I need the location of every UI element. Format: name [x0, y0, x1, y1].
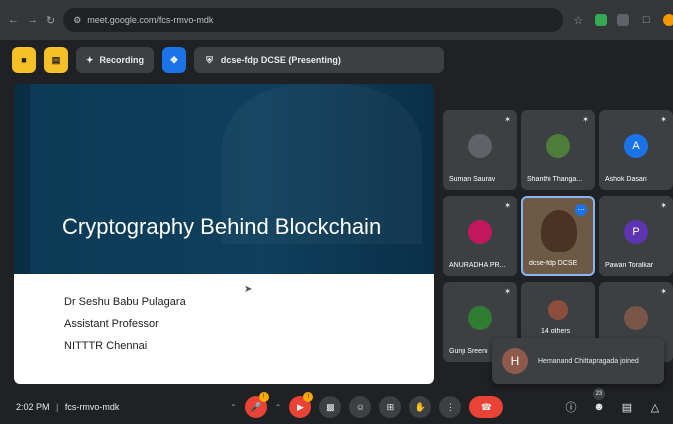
- participant-name: Gunji Sreeni: [449, 348, 488, 355]
- extension-icon[interactable]: [595, 14, 608, 26]
- avatar: [546, 134, 570, 158]
- profile-avatar[interactable]: [663, 14, 673, 26]
- pin-icon[interactable]: ✶: [504, 287, 511, 296]
- avatar: [624, 306, 648, 330]
- cursor-icon: ➤: [244, 284, 253, 295]
- avatar: [468, 220, 492, 244]
- more-options-icon[interactable]: ⋯: [575, 204, 587, 216]
- info-icon[interactable]: ⓘ: [563, 396, 579, 418]
- activities-icon[interactable]: △: [647, 396, 663, 418]
- chevron-up-icon[interactable]: ⌃: [230, 403, 237, 412]
- slide-title-area: Cryptography Behind Blockchain: [14, 84, 434, 274]
- avatar: [468, 134, 492, 158]
- side-panel-icon[interactable]: □: [639, 13, 653, 27]
- notification-message: Hemanand Chittapragada joined: [538, 357, 639, 365]
- avatar: P: [624, 220, 648, 244]
- url-text: meet.google.com/fcs-rmvo-mdk: [87, 15, 214, 25]
- participant-tile[interactable]: ✶ ANURADHA PR...: [443, 196, 517, 276]
- meeting-code: fcs-rmvo-mdk: [64, 402, 120, 412]
- pin-icon[interactable]: ✶: [582, 115, 589, 124]
- chevron-up-icon[interactable]: ⌃: [275, 403, 282, 412]
- presenter-name: Dr Seshu Babu Pulagara: [64, 296, 186, 308]
- pin-icon[interactable]: ✶: [660, 115, 667, 124]
- pin-icon[interactable]: ✶: [660, 287, 667, 296]
- avatar: [468, 306, 492, 330]
- captions-button[interactable]: ▩: [319, 396, 342, 418]
- more-options-button[interactable]: ⋮: [439, 396, 462, 418]
- address-bar[interactable]: ⚙ meet.google.com/fcs-rmvo-mdk: [63, 8, 564, 32]
- camera-button[interactable]: ▶!: [289, 392, 314, 418]
- pin-icon[interactable]: ✶: [504, 115, 511, 124]
- participant-tile[interactable]: ✶ Shanthi Thanga...: [521, 110, 595, 190]
- extension-icon[interactable]: [617, 14, 630, 26]
- meeting-info: 2:02 PM | fcs-rmvo-mdk: [16, 402, 120, 412]
- bookmark-star-icon[interactable]: ☆: [571, 13, 585, 27]
- avatar: H: [502, 348, 528, 374]
- participant-name: dcse-fdp DCSE: [529, 260, 578, 267]
- recording-label: Recording: [99, 55, 145, 65]
- avatar: A: [624, 134, 648, 158]
- forward-icon[interactable]: →: [27, 13, 38, 27]
- presentation-slide: Cryptography Behind Blockchain ➤ Dr Sesh…: [14, 84, 434, 384]
- participant-tile[interactable]: ✶ P Pawan Toralkar: [599, 196, 673, 276]
- avatar: [548, 300, 568, 320]
- meeting-time: 2:02 PM: [16, 402, 50, 412]
- recording-icon: ✦: [86, 54, 94, 65]
- recording-chip[interactable]: ✦ Recording: [76, 47, 155, 73]
- presenting-chip[interactable]: ⛨ dcse-fdp DCSE (Presenting): [194, 47, 445, 73]
- pin-icon[interactable]: ✶: [504, 201, 511, 210]
- raise-hand-button[interactable]: ✋: [409, 396, 432, 418]
- notes-icon[interactable]: ▤: [44, 47, 68, 73]
- reload-icon[interactable]: ↻: [46, 13, 55, 27]
- join-notification: H Hemanand Chittapragada joined: [492, 338, 664, 384]
- slide-title: Cryptography Behind Blockchain: [62, 214, 382, 239]
- participant-tile-active[interactable]: ⋯ dcse-fdp DCSE: [521, 196, 595, 276]
- participant-name: Ashok Dasari: [605, 176, 647, 183]
- present-button[interactable]: ⊞: [379, 396, 402, 418]
- video-feed: [541, 210, 577, 252]
- chat-icon[interactable]: ▤: [619, 396, 635, 418]
- people-icon[interactable]: ☻ 23: [591, 388, 607, 418]
- participant-tile[interactable]: ✶ A Ashok Dasari: [599, 110, 673, 190]
- pin-icon[interactable]: ✶: [660, 201, 667, 210]
- presenter-role: Assistant Professor: [64, 318, 159, 330]
- participant-name: Suman Saurav: [449, 176, 496, 183]
- back-icon[interactable]: ←: [8, 13, 19, 27]
- others-count: 14 others: [541, 328, 571, 335]
- presenting-label: dcse-fdp DCSE (Presenting): [220, 55, 341, 65]
- captions-icon[interactable]: ✥: [162, 47, 187, 73]
- shield-icon: ⛨: [206, 54, 213, 65]
- participant-name: Shanthi Thanga...: [527, 176, 583, 183]
- slide-subtitle-area: ➤ Dr Seshu Babu Pulagara Assistant Profe…: [14, 274, 434, 384]
- leave-call-button[interactable]: ☎: [469, 396, 504, 418]
- participant-tile[interactable]: ✶ Suman Saurav: [443, 110, 517, 190]
- participant-name: ANURADHA PR...: [449, 262, 506, 269]
- meet-top-bar: ■ ▤ ✦ Recording ✥ ⛨ dcse-fdp DCSE (Prese…: [0, 40, 673, 80]
- emoji-button[interactable]: ☺: [349, 396, 372, 418]
- activity-icon[interactable]: ■: [12, 47, 36, 73]
- bottom-control-bar: 2:02 PM | fcs-rmvo-mdk ⌃ 🎤! ⌃ ▶! ▩ ☺ ⊞ ✋…: [0, 388, 673, 424]
- site-info-icon[interactable]: ⚙: [73, 15, 81, 26]
- browser-toolbar: ← → ↻ ⚙ meet.google.com/fcs-rmvo-mdk ☆ □…: [0, 0, 673, 40]
- presenter-org: NITTTR Chennai: [64, 340, 148, 352]
- mic-button[interactable]: 🎤!: [244, 392, 269, 418]
- participant-name: Pawan Toralkar: [605, 262, 654, 269]
